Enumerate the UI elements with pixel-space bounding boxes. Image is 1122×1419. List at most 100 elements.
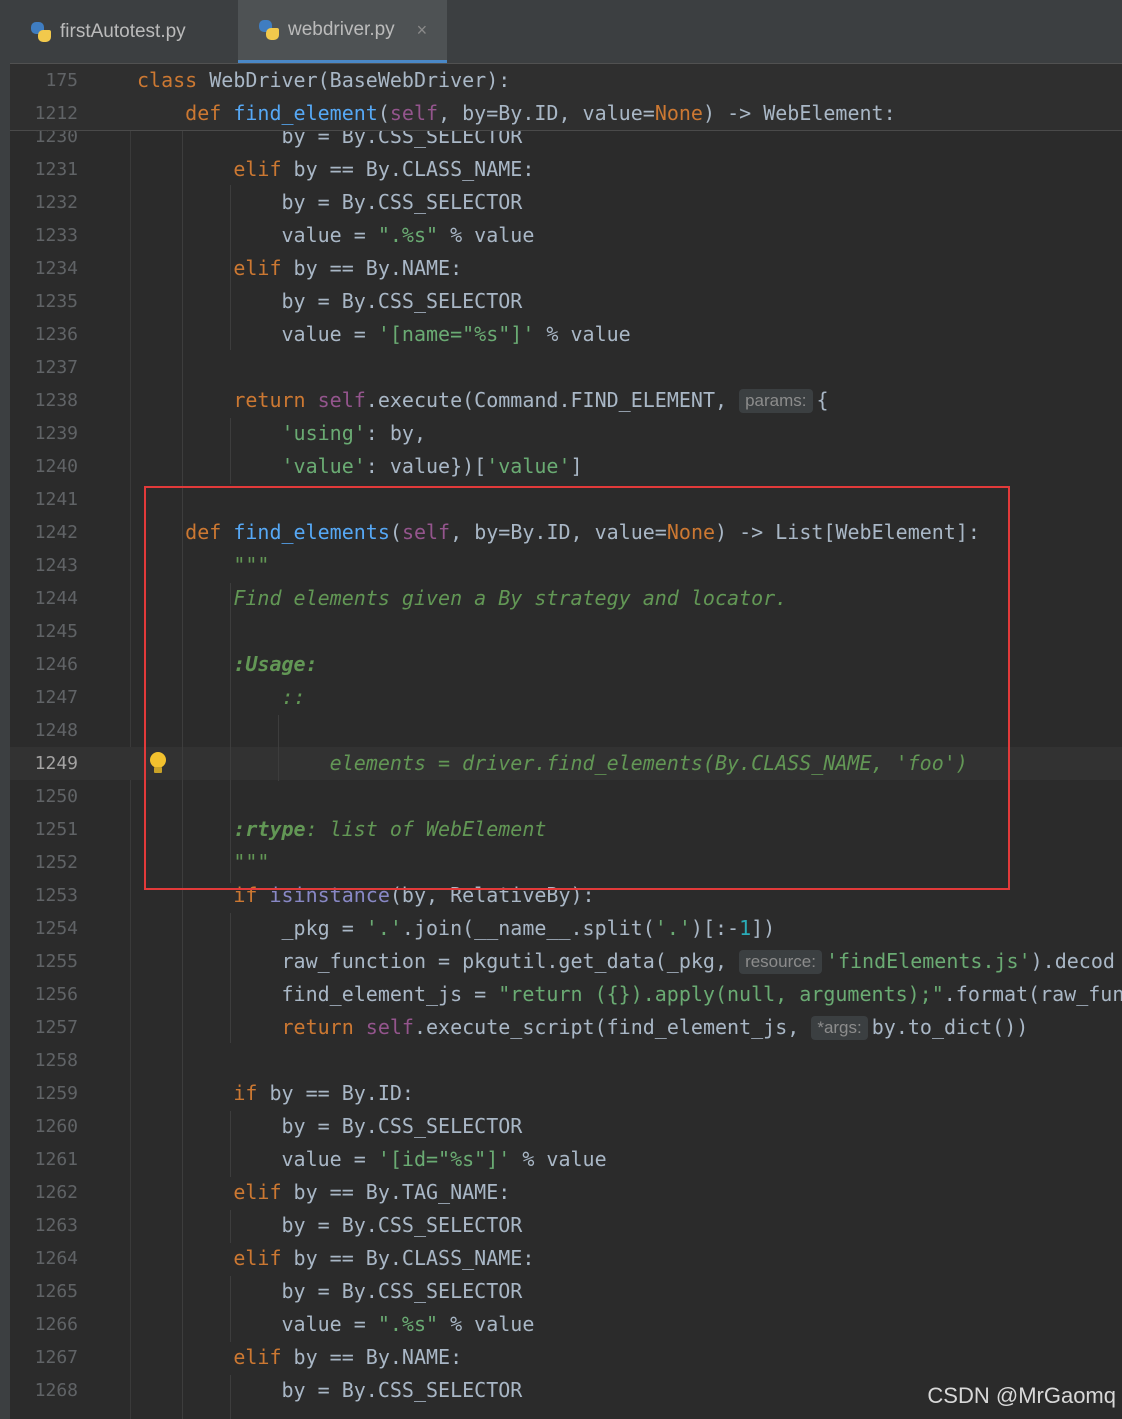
code-line[interactable]: 1258 [0,1044,1122,1077]
code-line[interactable]: 1240 'value': value})['value'] [0,450,1122,483]
line-number: 1244 [34,588,78,609]
line-number: 1254 [34,918,78,939]
code-line[interactable]: 1239 'using': by, [0,417,1122,450]
code-text: elif by == By.TAG_NAME: [233,1180,511,1204]
code-text: by = By.CSS_SELECTOR [137,1279,523,1303]
indent-guide [230,1375,231,1419]
code-line[interactable]: 1261 value = '[id="%s"]' % value [0,1143,1122,1176]
indent-guide [230,418,231,484]
line-number: 1252 [34,852,78,873]
code-text: 'value': value})['value'] [281,454,583,478]
code-text: Find elements given a By strategy and lo… [137,586,788,610]
code-line-current[interactable]: 1249 elements = driver.find_elements(By.… [0,747,1122,780]
editor-tab-bar: firstAutotest.py webdriver.py × [0,0,1122,64]
line-number: 1259 [34,1083,78,1104]
line-number: 1247 [34,687,78,708]
code-line[interactable]: 1241 [0,483,1122,516]
code-line[interactable]: 1267 elif by == By.NAME: [0,1341,1122,1374]
code-line[interactable]: 1264 elif by == By.CLASS_NAME: [0,1242,1122,1275]
line-number: 1241 [34,489,78,510]
python-file-icon [258,19,280,41]
code-line[interactable]: 1266 value = ".%s" % value [0,1308,1122,1341]
param-hint-args: *args: [811,1016,868,1040]
code-line[interactable]: 1243 """ [0,549,1122,582]
code-line[interactable]: 1253 if isinstance(by, RelativeBy): [0,879,1122,912]
line-number: 1239 [34,423,78,444]
code-line[interactable]: 1234 elif by == By.NAME: [0,252,1122,285]
line-number: 1238 [34,390,78,411]
code-line[interactable]: 1238 return self.execute(Command.FIND_EL… [0,384,1122,417]
code-line[interactable]: 1252 """ [0,846,1122,879]
code-line[interactable]: 1262 elif by == By.TAG_NAME: [0,1176,1122,1209]
code-line[interactable]: 1247 :: [0,681,1122,714]
code-line[interactable]: 1256 find_element_js = "return ({}).appl… [0,978,1122,1011]
code-line[interactable]: 1260 by = By.CSS_SELECTOR [0,1110,1122,1143]
lightbulb-icon[interactable] [149,752,167,776]
code-text: return self.execute(Command.FIND_ELEMENT… [233,388,829,413]
line-number: 175 [45,70,78,91]
editor-left-edge [0,0,10,1419]
line-number: 1245 [34,621,78,642]
line-number: 1260 [34,1116,78,1137]
code-line[interactable]: 1251 :rtype: list of WebElement [0,813,1122,846]
code-line[interactable]: 1265 by = By.CSS_SELECTOR [0,1275,1122,1308]
code-line[interactable]: 1232 by = By.CSS_SELECTOR [0,186,1122,219]
indent-guide [230,185,231,350]
code-text: """ [137,553,270,577]
code-text: find_element_js = "return ({}).apply(nul… [137,982,1122,1006]
code-line[interactable]: 1242 def find_elements(self, by=By.ID, v… [0,516,1122,549]
line-number: 1246 [34,654,78,675]
line-number: 1253 [34,885,78,906]
code-line[interactable]: 1231 elif by == By.CLASS_NAME: [0,153,1122,186]
code-line[interactable]: 1255 raw_function = pkgutil.get_data(_pk… [0,945,1122,978]
code-line[interactable]: 1233 value = ".%s" % value [0,219,1122,252]
code-text: value = '[name="%s"]' % value [137,322,631,346]
code-line[interactable]: 1236 value = '[name="%s"]' % value [0,318,1122,351]
line-number: 1249 [34,753,78,774]
line-number: 1264 [34,1248,78,1269]
tab-firstautotest[interactable]: firstAutotest.py [30,0,186,63]
code-text: elif by == By.CLASS_NAME: [233,157,535,181]
line-number: 1250 [34,786,78,807]
sticky-header-line[interactable]: 1212 def find_element(self, by=By.ID, va… [0,97,1122,130]
code-line[interactable]: 1237 [0,351,1122,384]
line-number: 1242 [34,522,78,543]
close-icon[interactable]: × [417,20,428,41]
code-line[interactable]: 1259 if by == By.ID: [0,1077,1122,1110]
code-line[interactable]: 1235 by = By.CSS_SELECTOR [0,285,1122,318]
code-line[interactable]: 1257 return self.execute_script(find_ele… [0,1011,1122,1044]
tab-label: firstAutotest.py [60,20,186,42]
code-text: by = By.CSS_SELECTOR [137,1378,523,1402]
code-text: elif by == By.NAME: [233,1345,463,1369]
line-number: 1232 [34,192,78,213]
code-text: :: [137,685,306,709]
code-line[interactable]: 1248 [0,714,1122,747]
code-text: elements = driver.find_elements(By.CLASS… [137,751,968,775]
sticky-header-line[interactable]: 175 class WebDriver(BaseWebDriver): [0,64,1122,97]
tab-webdriver[interactable]: webdriver.py × [238,0,447,63]
code-line[interactable]: 1246 :Usage: [0,648,1122,681]
line-number: 1257 [34,1017,78,1038]
line-number: 1265 [34,1281,78,1302]
indent-guide [230,1210,231,1243]
code-line[interactable]: 1263 by = By.CSS_SELECTOR [0,1209,1122,1242]
code-line[interactable]: 1244 Find elements given a By strategy a… [0,582,1122,615]
line-number: 1233 [34,225,78,246]
line-number: 1235 [34,291,78,312]
code-text: :Usage: [233,652,318,676]
line-number: 1256 [34,984,78,1005]
python-file-icon [30,21,52,43]
tab-label: webdriver.py [288,19,395,40]
line-number: 1258 [34,1050,78,1071]
line-number: 1251 [34,819,78,840]
line-number: 1236 [34,324,78,345]
code-line[interactable]: 1250 [0,780,1122,813]
indent-guide [278,715,279,781]
code-line[interactable]: 1254 _pkg = '.'.join(__name__.split('.')… [0,912,1122,945]
line-number: 1255 [34,951,78,972]
code-text: elif by == By.CLASS_NAME: [233,1246,535,1270]
code-text: """ [137,850,270,874]
code-text: def find_element(self, by=By.ID, value=N… [185,101,896,125]
code-text: class WebDriver(BaseWebDriver): [137,68,511,92]
code-line[interactable]: 1245 [0,615,1122,648]
